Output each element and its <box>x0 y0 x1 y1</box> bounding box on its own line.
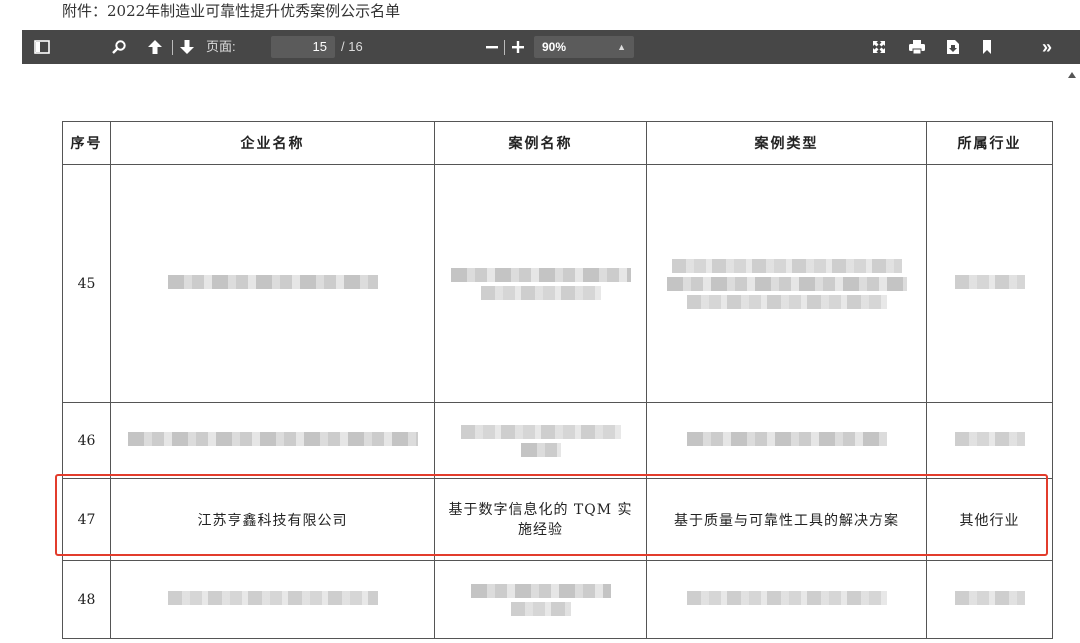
redacted-cell <box>646 402 927 479</box>
redacted-cell <box>110 164 435 403</box>
redacted-cell <box>110 402 435 479</box>
pdf-toolbar: 页面: 15 / 16 90% ▲ » <box>22 30 1080 64</box>
header-company: 企业名称 <box>110 121 435 165</box>
redaction-blur <box>954 274 1025 289</box>
row-index: 46 <box>62 402 111 479</box>
header-industry: 所属行业 <box>926 121 1053 165</box>
pdf-viewer: 序号 企业名称 案例名称 案例类型 所属行业 45 46 47 江苏亨鑫科技有限… <box>22 64 1080 643</box>
redaction-blur <box>686 590 887 605</box>
toolbar-separator <box>504 40 505 55</box>
redaction-blur <box>954 590 1025 605</box>
fullscreen-icon[interactable] <box>868 30 890 64</box>
table-header-row: 序号 企业名称 案例名称 案例类型 所属行业 <box>62 121 1053 165</box>
row-index: 45 <box>62 164 111 403</box>
redaction-blur <box>435 583 646 616</box>
zoom-out-icon[interactable] <box>482 30 502 64</box>
print-icon[interactable] <box>906 30 928 64</box>
redaction-blur <box>127 431 418 446</box>
page-total: / 16 <box>341 39 363 54</box>
zoom-in-icon[interactable] <box>508 30 528 64</box>
redaction-blur <box>167 274 378 289</box>
next-page-icon[interactable] <box>176 30 198 64</box>
more-tools-icon[interactable]: » <box>1034 30 1060 64</box>
table-row: 46 <box>62 402 1053 479</box>
redacted-cell <box>434 402 647 479</box>
scroll-up-icon[interactable] <box>1068 72 1076 78</box>
previous-page-icon[interactable] <box>144 30 166 64</box>
document-title: 附件：2022年制造业可靠性提升优秀案例公示名单 <box>62 2 401 20</box>
redaction-blur <box>647 258 926 309</box>
redacted-cell <box>926 560 1053 639</box>
select-arrows-icon: ▲ <box>617 42 626 52</box>
search-icon[interactable] <box>108 30 130 64</box>
redacted-cell <box>434 560 647 639</box>
download-icon[interactable] <box>942 30 964 64</box>
case-table: 序号 企业名称 案例名称 案例类型 所属行业 45 46 47 江苏亨鑫科技有限… <box>62 121 1053 639</box>
redacted-cell <box>434 164 647 403</box>
redaction-blur <box>167 590 378 605</box>
scrollbar[interactable] <box>1066 64 1080 643</box>
page-label: 页面: <box>206 39 236 54</box>
zoom-select[interactable]: 90% ▲ <box>534 36 634 58</box>
redacted-cell <box>646 164 927 403</box>
redaction-blur <box>435 424 646 457</box>
bookmark-icon[interactable] <box>976 30 998 64</box>
redacted-cell <box>926 164 1053 403</box>
zoom-value: 90% <box>542 40 567 54</box>
header-case-type: 案例类型 <box>646 121 927 165</box>
sidebar-toggle-icon[interactable] <box>30 30 54 64</box>
table-row: 45 <box>62 164 1053 403</box>
row-index: 48 <box>62 560 111 639</box>
header-index: 序号 <box>62 121 111 165</box>
redaction-blur <box>435 267 646 300</box>
toolbar-separator <box>172 40 173 55</box>
table-row: 48 <box>62 560 1053 639</box>
redacted-cell <box>926 402 1053 479</box>
redacted-cell <box>110 560 435 639</box>
redaction-blur <box>954 431 1025 446</box>
highlight-annotation <box>55 474 1048 556</box>
redacted-cell <box>646 560 927 639</box>
header-case-name: 案例名称 <box>434 121 647 165</box>
redaction-blur <box>686 431 887 446</box>
page-number-input[interactable]: 15 <box>271 36 335 58</box>
